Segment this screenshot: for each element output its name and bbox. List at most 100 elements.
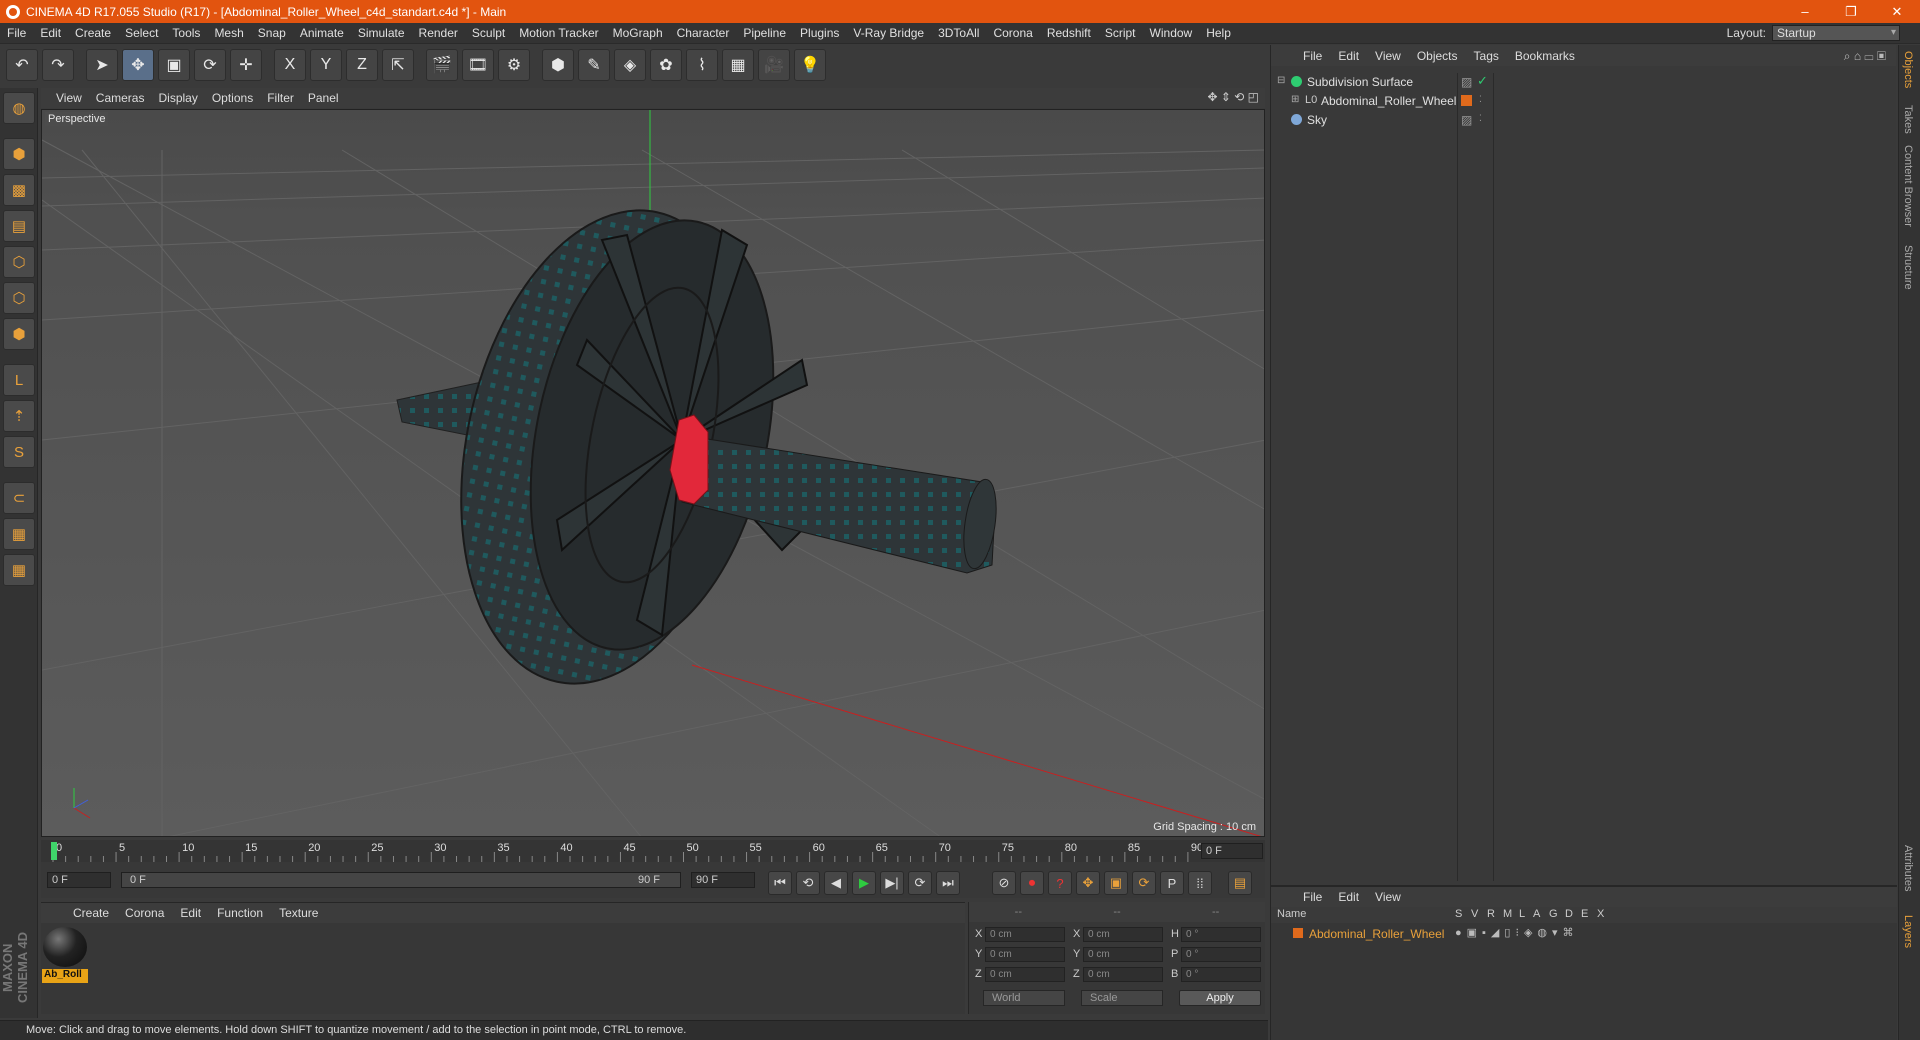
key-parameter-icon[interactable]: P (1160, 871, 1184, 895)
layer-swatch-icon[interactable]: ▨ (1461, 75, 1472, 89)
viewport-menu-cameras[interactable]: Cameras (89, 91, 152, 105)
object-menu-file[interactable]: File (1295, 49, 1330, 63)
axis-mode-icon[interactable]: L (3, 364, 35, 396)
menu-mograph[interactable]: MoGraph (606, 26, 670, 40)
rotation-p-field[interactable]: 0 ° (1181, 947, 1261, 962)
menu-simulate[interactable]: Simulate (351, 26, 412, 40)
render-view-icon[interactable]: 🎬 (426, 49, 458, 81)
goto-end-icon[interactable]: ⏭ (936, 871, 960, 895)
object-menu-objects[interactable]: Objects (1409, 49, 1466, 63)
model-mode-icon[interactable]: ⬢ (3, 138, 35, 170)
tab-objects[interactable]: Objects (1902, 51, 1914, 88)
menu-motion-tracker[interactable]: Motion Tracker (512, 26, 605, 40)
play-icon[interactable]: ▶ (852, 871, 876, 895)
menu-tools[interactable]: Tools (165, 26, 207, 40)
layer-color-swatch[interactable] (1461, 95, 1472, 106)
tweak-mode-icon[interactable]: ⇡ (3, 400, 35, 432)
tab-structure[interactable]: Structure (1902, 245, 1914, 290)
menu-edit[interactable]: Edit (33, 26, 68, 40)
size-x-field[interactable]: 0 cm (1083, 927, 1163, 942)
material-menu-create[interactable]: Create (65, 906, 117, 920)
start-frame-field[interactable]: 0 F (47, 872, 111, 888)
menu-script[interactable]: Script (1098, 26, 1143, 40)
array-icon[interactable]: ✿ (650, 49, 682, 81)
menu-animate[interactable]: Animate (293, 26, 351, 40)
menu-window[interactable]: Window (1143, 26, 1200, 40)
minimize-button[interactable]: – (1782, 0, 1828, 23)
object-menu-bookmarks[interactable]: Bookmarks (1507, 49, 1583, 63)
material-menu-texture[interactable]: Texture (271, 906, 326, 920)
layer-menu-edit[interactable]: Edit (1330, 890, 1367, 904)
points-mode-icon[interactable]: ⬡ (3, 246, 35, 278)
viewport-camera-label[interactable]: Perspective (45, 112, 109, 126)
snap-icon[interactable]: ⊂ (3, 482, 35, 514)
current-frame-field[interactable]: 0 F (1201, 843, 1263, 859)
apply-button[interactable]: Apply (1179, 990, 1261, 1006)
viewport-menu-panel[interactable]: Panel (301, 91, 346, 105)
floor-icon[interactable]: ▦ (722, 49, 754, 81)
material-preview-ball[interactable] (43, 927, 87, 967)
tab-attributes[interactable]: Attributes (1902, 845, 1914, 891)
menu-select[interactable]: Select (118, 26, 165, 40)
layer-menu-file[interactable]: File (1295, 890, 1330, 904)
position-y-field[interactable]: 0 cm (985, 947, 1065, 962)
viewport-menu-filter[interactable]: Filter (260, 91, 301, 105)
solo-mode-icon[interactable]: S (3, 436, 35, 468)
recent-tool-icon[interactable]: ✛ (230, 49, 262, 81)
camera-icon[interactable]: 🎥 (758, 49, 790, 81)
menu-3dtoall[interactable]: 3DToAll (931, 26, 986, 40)
deformer-icon[interactable]: ⌇ (686, 49, 718, 81)
tab-content-browser[interactable]: Content Browser (1902, 145, 1914, 227)
rotation-b-field[interactable]: 0 ° (1181, 967, 1261, 982)
object-menu-tags[interactable]: Tags (1466, 49, 1507, 63)
menu-vray-bridge[interactable]: V-Ray Bridge (846, 26, 931, 40)
viewport-menu-view[interactable]: View (49, 91, 89, 105)
size-y-field[interactable]: 0 cm (1083, 947, 1163, 962)
position-z-field[interactable]: 0 cm (985, 967, 1065, 982)
layout-dropdown[interactable]: Startup (1772, 25, 1900, 41)
goto-start-icon[interactable]: ⏮ (768, 871, 792, 895)
menu-sculpt[interactable]: Sculpt (465, 26, 512, 40)
move-tool-icon[interactable]: ✥ (122, 49, 154, 81)
material-menu-edit[interactable]: Edit (172, 906, 209, 920)
viewport-menu-display[interactable]: Display (151, 91, 204, 105)
scale-tool-icon[interactable]: ▣ (158, 49, 190, 81)
end-frame-field[interactable]: 90 F (691, 872, 755, 888)
size-z-field[interactable]: 0 cm (1083, 967, 1163, 982)
material-menu-corona[interactable]: Corona (117, 906, 172, 920)
layer-row[interactable]: Abdominal_Roller_Wheel ●▣▪◢▯⁝◈◍▾⌘ (1271, 925, 1897, 943)
y-axis-icon[interactable]: Y (310, 49, 342, 81)
viewport-menu-options[interactable]: Options (205, 91, 260, 105)
size-mode-dropdown[interactable]: Scale (1081, 990, 1163, 1006)
perspective-viewport[interactable]: Perspective Grid Spacing : 10 cm (41, 109, 1265, 837)
menu-character[interactable]: Character (670, 26, 737, 40)
expand-icon[interactable]: ⊞ (1291, 94, 1299, 105)
object-row-abdominal-roller-wheel[interactable]: ⊞ L0 Abdominal_Roller_Wheel ⁚ (1271, 92, 1897, 110)
playhead-marker[interactable] (51, 842, 57, 860)
key-pla-icon[interactable]: ⁞⁞ (1188, 871, 1212, 895)
make-editable-icon[interactable]: ◍ (3, 92, 35, 124)
tab-layers[interactable]: Layers (1902, 915, 1914, 948)
key-rotation-icon[interactable]: ⟳ (1132, 871, 1156, 895)
menu-pipeline[interactable]: Pipeline (736, 26, 793, 40)
layer-swatch-icon[interactable]: ▨ (1461, 113, 1472, 127)
material-name-label[interactable]: Ab_Roll (42, 969, 88, 983)
layer-menu-view[interactable]: View (1367, 890, 1409, 904)
enabled-check-icon[interactable]: ✓ (1477, 73, 1488, 89)
menu-file[interactable]: File (0, 26, 33, 40)
workplane-mode-icon[interactable]: ▤ (3, 210, 35, 242)
layer-flags-icons[interactable]: ●▣▪◢▯⁝◈◍▾⌘ (1455, 926, 1579, 939)
z-axis-icon[interactable]: Z (346, 49, 378, 81)
light-icon[interactable]: 💡 (794, 49, 826, 81)
object-row-subdivision-surface[interactable]: ⊟ Subdivision Surface ▨ ✓ (1271, 73, 1897, 91)
menu-snap[interactable]: Snap (251, 26, 293, 40)
menu-redshift[interactable]: Redshift (1040, 26, 1098, 40)
menu-render[interactable]: Render (412, 26, 465, 40)
rotate-tool-icon[interactable]: ⟳ (194, 49, 226, 81)
previous-key-icon[interactable]: ⟲ (796, 871, 820, 895)
coordinate-system-icon[interactable]: ⇱ (382, 49, 414, 81)
close-button[interactable]: ✕ (1874, 0, 1920, 23)
x-axis-icon[interactable]: X (274, 49, 306, 81)
menu-help[interactable]: Help (1199, 26, 1238, 40)
next-frame-icon[interactable]: ▶| (880, 871, 904, 895)
